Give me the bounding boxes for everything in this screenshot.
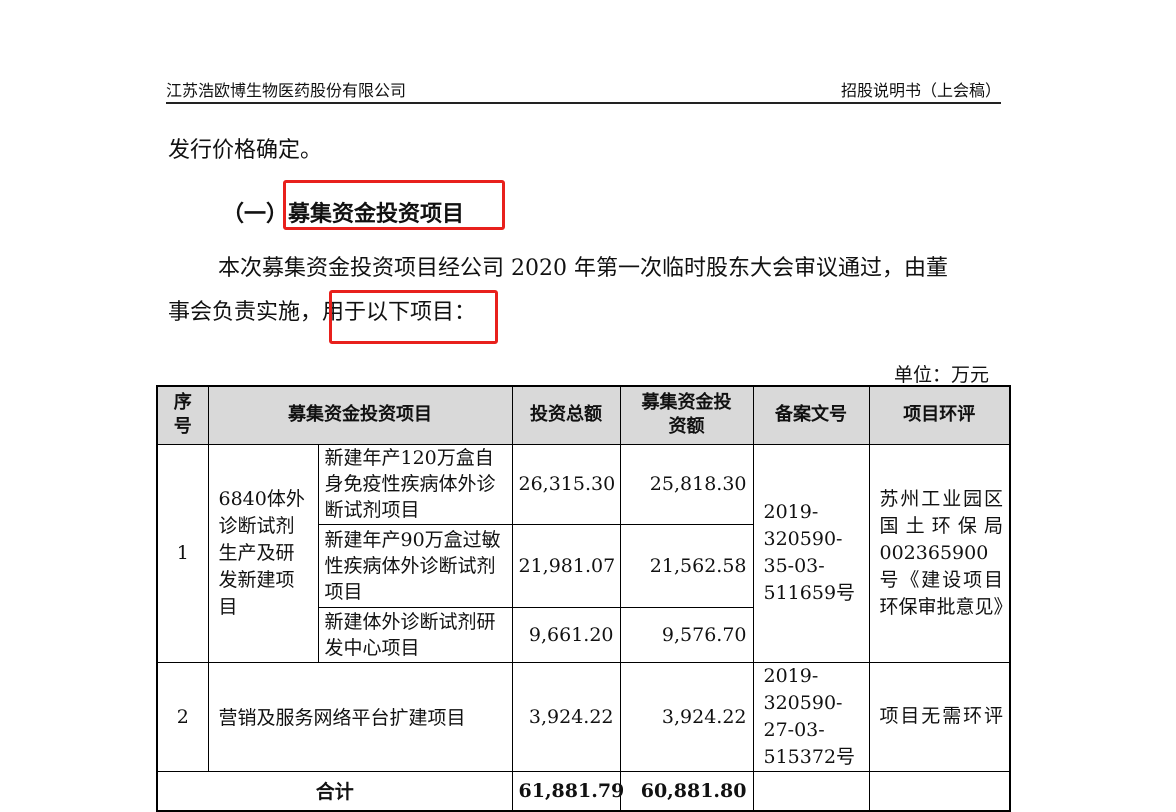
raised-amount: 3,924.22	[619, 661, 754, 772]
filing-number: 2019-320590-27-03-515372号	[752, 661, 870, 772]
total-raised: 60,881.80	[619, 770, 754, 812]
projects-table: 序号 募集资金投资项目 投资总额 募集资金投资额 备案文号 项目环评 1 684…	[156, 385, 1013, 812]
project-group: 6840体外诊断试剂生产及研发新建项目	[207, 443, 319, 663]
empty-cell	[868, 770, 1011, 812]
header-env: 项目环评	[868, 385, 1011, 445]
investment-total: 26,315.30	[511, 443, 621, 525]
company-name: 江苏浩欧博生物医药股份有限公司	[166, 81, 407, 100]
header-total: 投资总额	[511, 385, 621, 445]
row-seq: 1	[156, 443, 209, 663]
highlight-box-usage	[329, 290, 498, 344]
row-seq: 2	[156, 661, 209, 772]
table-header-row: 序号 募集资金投资项目 投资总额 募集资金投资额 备案文号 项目环评	[156, 385, 1011, 445]
project-name: 营销及服务网络平台扩建项目	[207, 661, 513, 772]
investment-total: 3,924.22	[511, 661, 621, 772]
header-filing: 备案文号	[752, 385, 870, 445]
highlight-box-heading	[283, 180, 505, 230]
subproject-name: 新建体外诊断试剂研发中心项目	[317, 606, 513, 663]
unit-label: 单位：万元	[894, 364, 990, 386]
raised-amount: 25,818.30	[619, 443, 754, 525]
investment-total: 9,661.20	[511, 606, 621, 663]
investment-total: 21,981.07	[511, 523, 621, 608]
raised-amount: 9,576.70	[619, 606, 754, 663]
total-investment: 61,881.79	[511, 770, 624, 812]
page-header: 江苏浩欧博生物医药股份有限公司 招股说明书（上会稿）	[166, 74, 1001, 104]
filing-number: 2019-320590-35-03-511659号	[752, 443, 870, 663]
header-seq: 序号	[156, 385, 209, 445]
subproject-name: 新建年产90万盒过敏性疾病体外诊断试剂项目	[317, 523, 513, 608]
paragraph-text: 事会负责实施，	[168, 300, 323, 325]
total-label: 合计	[156, 770, 513, 812]
paragraph-approval-line1: 本次募集资金投资项目经公司 2020 年第一次临时股东大会审议通过，由董	[218, 256, 948, 281]
table-total-row: 合计 61,881.79 60,881.80	[156, 770, 1011, 812]
paragraph-price: 发行价格确定。	[168, 138, 323, 163]
env-approval: 苏州工业园区国土环保局002365900号《建设项目环保审批意见》	[868, 443, 1013, 663]
raised-amount: 21,562.58	[619, 523, 754, 608]
document-type: 招股说明书（上会稿）	[840, 81, 1001, 100]
subproject-name: 新建年产120万盒自身免疫性疾病体外诊断试剂项目	[317, 443, 513, 525]
header-raised: 募集资金投资额	[619, 385, 754, 445]
env-approval: 项目无需环评	[868, 661, 1011, 772]
table-row: 1 6840体外诊断试剂生产及研发新建项目 新建年产120万盒自身免疫性疾病体外…	[156, 443, 1013, 663]
header-project: 募集资金投资项目	[207, 385, 513, 445]
empty-cell	[752, 770, 870, 812]
section-number: （一）	[222, 202, 289, 227]
table-row: 2 营销及服务网络平台扩建项目 3,924.22 3,924.22 2019-3…	[156, 661, 1011, 772]
